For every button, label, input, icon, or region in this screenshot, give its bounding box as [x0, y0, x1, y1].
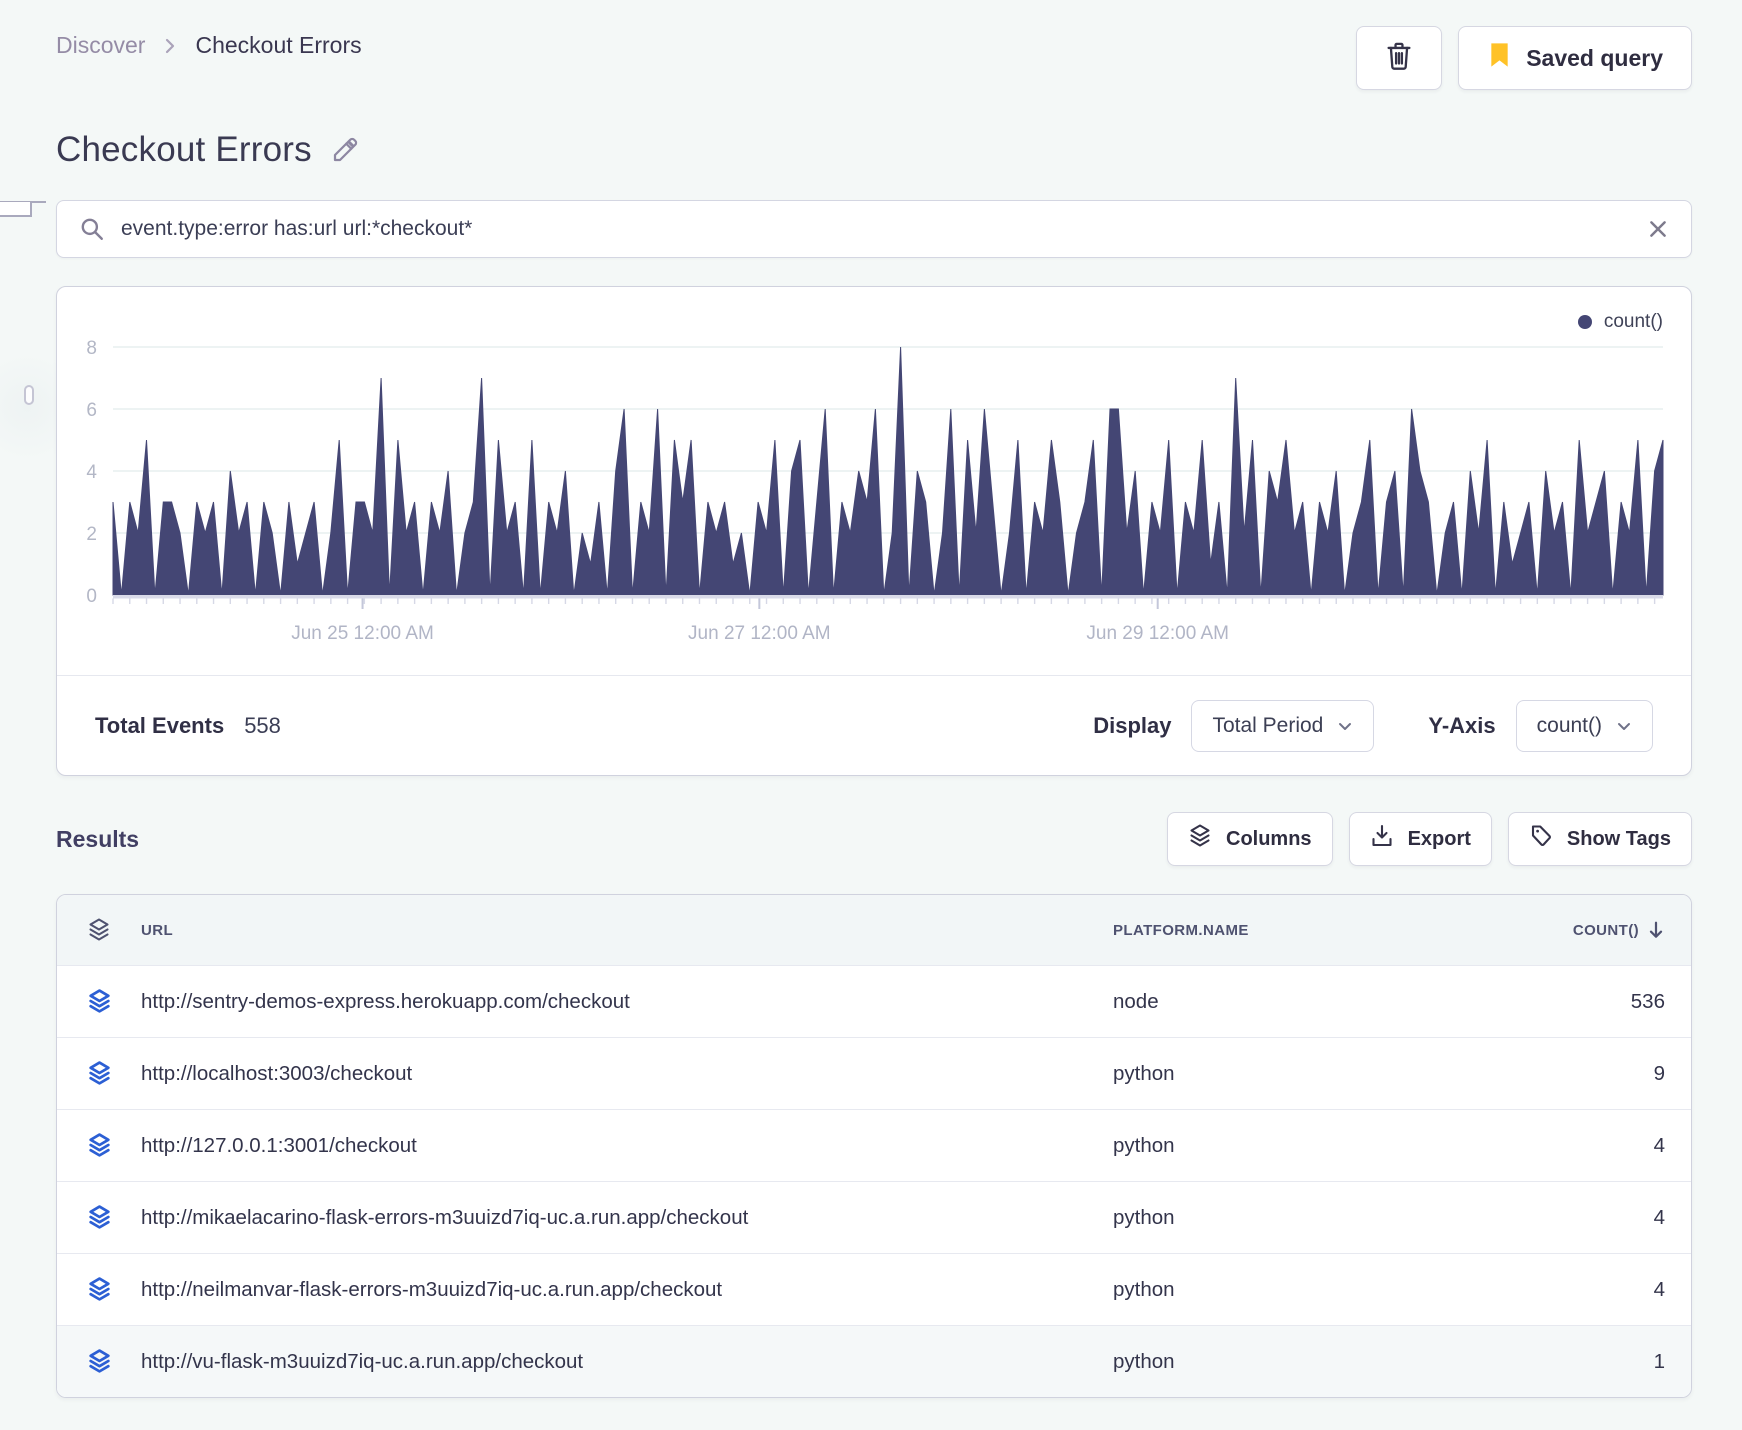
- table-body: http://sentry-demos-express.herokuapp.co…: [57, 965, 1691, 1397]
- svg-text:0: 0: [86, 586, 97, 607]
- platform-cell[interactable]: python: [1113, 1062, 1453, 1086]
- panel-drag-handle[interactable]: [24, 385, 34, 405]
- stack-icon: [1188, 823, 1212, 855]
- table-row[interactable]: http://neilmanvar-flask-errors-m3uuizd7i…: [57, 1253, 1691, 1325]
- results-actions: Columns Export Show Tags: [1167, 812, 1692, 866]
- platform-cell[interactable]: python: [1113, 1206, 1453, 1230]
- event-stack-icon[interactable]: [57, 988, 141, 1015]
- legend-label: count(): [1603, 311, 1663, 332]
- url-cell[interactable]: http://127.0.0.1:3001/checkout: [141, 1134, 1113, 1158]
- table-row[interactable]: http://sentry-demos-express.herokuapp.co…: [57, 965, 1691, 1037]
- legend-count[interactable]: count(): [1577, 311, 1663, 333]
- platform-cell[interactable]: python: [1113, 1278, 1453, 1302]
- saved-query-label: Saved query: [1526, 44, 1663, 71]
- svg-text:Jun 25 12:00 AM: Jun 25 12:00 AM: [291, 623, 434, 644]
- edit-title-pencil-icon[interactable]: [330, 135, 360, 165]
- sort-desc-arrow-icon: [1649, 921, 1663, 938]
- y-axis-label: Y-Axis: [1428, 712, 1496, 738]
- breadcrumb: Discover Checkout Errors: [56, 26, 362, 59]
- columns-button[interactable]: Columns: [1167, 812, 1333, 866]
- columns-label: Columns: [1226, 827, 1312, 850]
- svg-text:6: 6: [86, 400, 97, 421]
- count-header-label: COUNT(): [1572, 921, 1639, 939]
- event-stack-icon[interactable]: [57, 1348, 141, 1375]
- count-cell[interactable]: 4: [1453, 1206, 1691, 1230]
- chevron-down-icon: [1339, 722, 1352, 730]
- show-tags-label: Show Tags: [1566, 827, 1671, 850]
- platform-cell[interactable]: python: [1113, 1134, 1453, 1158]
- breadcrumb-current: Checkout Errors: [195, 32, 362, 58]
- url-cell[interactable]: http://neilmanvar-flask-errors-m3uuizd7i…: [141, 1278, 1113, 1302]
- display-dropdown[interactable]: Total Period: [1191, 699, 1375, 752]
- platform-cell[interactable]: python: [1113, 1350, 1453, 1374]
- y-axis-dropdown[interactable]: count(): [1515, 699, 1653, 752]
- display-label: Display: [1093, 712, 1172, 738]
- event-stack-icon[interactable]: [57, 1204, 141, 1231]
- export-button[interactable]: Export: [1348, 812, 1492, 866]
- event-stack-icon[interactable]: [57, 1132, 141, 1159]
- table-header-row: URL PLATFORM.NAME COUNT(): [57, 895, 1691, 965]
- breadcrumb-discover-link[interactable]: Discover: [56, 32, 145, 59]
- count-cell[interactable]: 9: [1453, 1062, 1691, 1086]
- stack-icon: [57, 917, 141, 943]
- column-header-count[interactable]: COUNT(): [1453, 920, 1691, 940]
- url-cell[interactable]: http://vu-flask-m3uuizd7iq-uc.a.run.app/…: [141, 1350, 1113, 1374]
- top-bar: Discover Checkout Errors Saved query: [56, 0, 1692, 90]
- url-cell[interactable]: http://sentry-demos-express.herokuapp.co…: [141, 990, 1113, 1014]
- svg-text:8: 8: [86, 338, 97, 359]
- svg-text:Jun 27 12:00 AM: Jun 27 12:00 AM: [688, 623, 831, 644]
- svg-text:Jun 29 12:00 AM: Jun 29 12:00 AM: [1086, 623, 1229, 644]
- delete-query-button[interactable]: [1356, 26, 1443, 90]
- total-events-value: 558: [244, 712, 281, 738]
- table-row[interactable]: http://localhost:3003/checkout python 9: [57, 1037, 1691, 1109]
- events-chart-panel: 0 2 4 6 8 Jun 25 12:00 AM Jun 27 12:00 AM Jun …: [56, 286, 1692, 776]
- count-cell[interactable]: 4: [1453, 1134, 1691, 1158]
- events-area-chart[interactable]: 0 2 4 6 8 Jun 25 12:00 AM Jun 27 12:00 AM Jun …: [57, 287, 1691, 667]
- top-actions: Saved query: [1356, 26, 1692, 90]
- tag-icon: [1529, 823, 1553, 855]
- page-title: Checkout Errors: [56, 130, 312, 169]
- y-axis-dropdown-value: count(): [1536, 713, 1602, 737]
- url-cell[interactable]: http://localhost:3003/checkout: [141, 1062, 1113, 1086]
- download-icon: [1370, 823, 1394, 855]
- show-tags-button[interactable]: Show Tags: [1507, 812, 1692, 866]
- count-cell[interactable]: 1: [1453, 1350, 1691, 1374]
- bookmark-icon: [1487, 41, 1512, 75]
- column-header-platform[interactable]: PLATFORM.NAME: [1113, 922, 1453, 939]
- collapsed-panel-handle[interactable]: [0, 202, 32, 217]
- saved-query-button[interactable]: Saved query: [1458, 26, 1692, 90]
- chevron-right-icon: [161, 37, 179, 55]
- display-dropdown-value: Total Period: [1212, 713, 1324, 737]
- results-heading: Results: [56, 825, 140, 852]
- event-stack-icon[interactable]: [57, 1276, 141, 1303]
- chart-footer: Total Events 558 Display Total Period Y-…: [57, 675, 1691, 775]
- svg-text:4: 4: [86, 462, 97, 483]
- clear-search-icon[interactable]: [1647, 218, 1669, 240]
- export-label: Export: [1407, 827, 1471, 850]
- legend-dot: [1577, 315, 1592, 329]
- search-bar: [56, 200, 1692, 258]
- platform-cell[interactable]: node: [1113, 990, 1453, 1014]
- results-table: URL PLATFORM.NAME COUNT() http://sentry-…: [56, 894, 1692, 1398]
- search-input[interactable]: [121, 217, 1631, 241]
- table-row[interactable]: http://vu-flask-m3uuizd7iq-uc.a.run.app/…: [57, 1325, 1691, 1397]
- chevron-down-icon: [1618, 722, 1630, 730]
- column-header-url[interactable]: URL: [141, 922, 1113, 939]
- total-events-label: Total Events: [95, 712, 225, 738]
- table-row[interactable]: http://mikaelacarino-flask-errors-m3uuiz…: [57, 1181, 1691, 1253]
- count-cell[interactable]: 536: [1453, 990, 1691, 1014]
- search-icon: [79, 216, 105, 242]
- trash-icon: [1385, 41, 1413, 76]
- event-stack-icon[interactable]: [57, 1060, 141, 1087]
- svg-text:2: 2: [86, 524, 97, 545]
- count-cell[interactable]: 4: [1453, 1278, 1691, 1302]
- url-cell[interactable]: http://mikaelacarino-flask-errors-m3uuiz…: [141, 1206, 1113, 1230]
- table-row[interactable]: http://127.0.0.1:3001/checkout python 4: [57, 1109, 1691, 1181]
